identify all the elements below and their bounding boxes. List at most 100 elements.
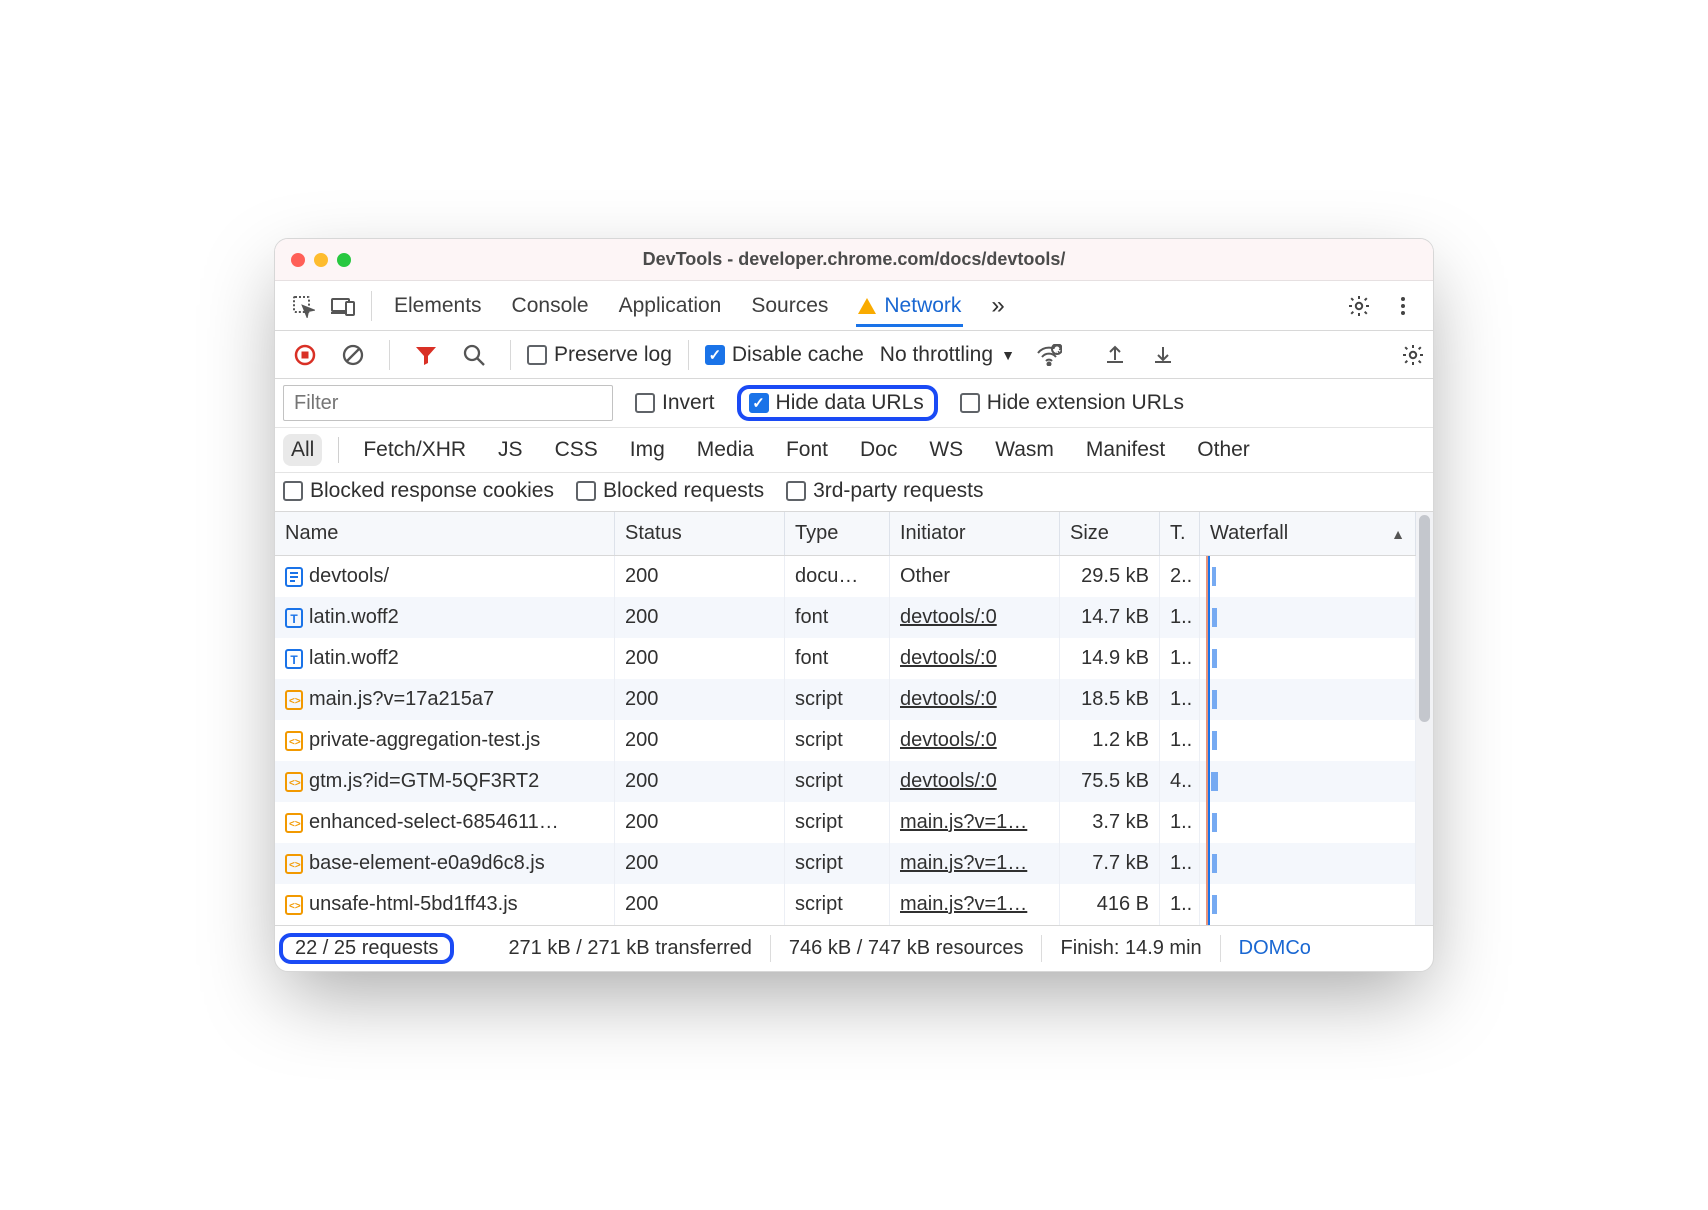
tab-sources[interactable]: Sources bbox=[749, 284, 830, 327]
additional-filters: Blocked response cookies Blocked request… bbox=[275, 473, 1433, 512]
table-row[interactable]: Tlatin.woff2200fontdevtools/:014.9 kB1.. bbox=[275, 638, 1416, 679]
col-name[interactable]: Name bbox=[275, 512, 615, 555]
more-options-icon[interactable] bbox=[1383, 286, 1423, 326]
hide-data-urls-checkbox[interactable] bbox=[749, 393, 769, 413]
disable-cache-toggle[interactable]: Disable cache bbox=[705, 343, 864, 367]
hide-data-urls-toggle[interactable]: Hide data URLs bbox=[749, 391, 924, 415]
chip-wasm[interactable]: Wasm bbox=[987, 434, 1062, 466]
request-status: 200 bbox=[615, 843, 785, 884]
table-header: Name Status Type Initiator Size T. Water… bbox=[275, 512, 1416, 556]
svg-text:T: T bbox=[290, 653, 298, 667]
hide-data-urls-highlight: Hide data URLs bbox=[737, 385, 938, 421]
table-row[interactable]: <>private-aggregation-test.js200scriptde… bbox=[275, 720, 1416, 761]
invert-label: Invert bbox=[662, 391, 715, 415]
col-type[interactable]: Type bbox=[785, 512, 890, 555]
blocked-cookies-toggle[interactable]: Blocked response cookies bbox=[283, 479, 554, 503]
request-waterfall bbox=[1200, 597, 1416, 638]
device-toolbar-icon[interactable] bbox=[323, 286, 363, 326]
requests-count: 22 / 25 requests bbox=[295, 937, 438, 959]
filter-icon[interactable] bbox=[406, 335, 446, 375]
chip-fetchxhr[interactable]: Fetch/XHR bbox=[355, 434, 474, 466]
request-name: unsafe-html-5bd1ff43.js bbox=[309, 893, 518, 916]
disable-cache-checkbox[interactable] bbox=[705, 345, 725, 365]
table-row[interactable]: <>gtm.js?id=GTM-5QF3RT2200scriptdevtools… bbox=[275, 761, 1416, 802]
request-initiator[interactable]: main.js?v=1… bbox=[890, 884, 1060, 925]
blocked-requests-checkbox[interactable] bbox=[576, 481, 596, 501]
table-row[interactable]: <>unsafe-html-5bd1ff43.js200scriptmain.j… bbox=[275, 884, 1416, 925]
invert-checkbox[interactable] bbox=[635, 393, 655, 413]
table-row[interactable]: Tlatin.woff2200fontdevtools/:014.7 kB1.. bbox=[275, 597, 1416, 638]
settings-icon[interactable] bbox=[1339, 286, 1379, 326]
hide-extension-urls-checkbox[interactable] bbox=[960, 393, 980, 413]
request-name: devtools/ bbox=[309, 565, 389, 588]
request-waterfall bbox=[1200, 679, 1416, 720]
col-initiator[interactable]: Initiator bbox=[890, 512, 1060, 555]
tab-console[interactable]: Console bbox=[510, 284, 591, 327]
third-party-checkbox[interactable] bbox=[786, 481, 806, 501]
preserve-log-toggle[interactable]: Preserve log bbox=[527, 343, 672, 367]
chip-manifest[interactable]: Manifest bbox=[1078, 434, 1173, 466]
tab-elements[interactable]: Elements bbox=[392, 284, 484, 327]
clear-icon[interactable] bbox=[333, 335, 373, 375]
close-icon[interactable] bbox=[291, 253, 305, 267]
blocked-requests-toggle[interactable]: Blocked requests bbox=[576, 479, 764, 503]
divider bbox=[688, 340, 689, 370]
hide-extension-urls-toggle[interactable]: Hide extension URLs bbox=[960, 391, 1184, 415]
zoom-icon[interactable] bbox=[337, 253, 351, 267]
preserve-log-checkbox[interactable] bbox=[527, 345, 547, 365]
blocked-cookies-checkbox[interactable] bbox=[283, 481, 303, 501]
throttling-select[interactable]: No throttling ▼ bbox=[872, 343, 1021, 367]
request-initiator[interactable]: main.js?v=1… bbox=[890, 843, 1060, 884]
scroll-thumb[interactable] bbox=[1419, 515, 1430, 722]
chip-css[interactable]: CSS bbox=[547, 434, 606, 466]
tab-network[interactable]: Network bbox=[856, 284, 963, 327]
export-har-icon[interactable] bbox=[1095, 335, 1135, 375]
invert-toggle[interactable]: Invert bbox=[635, 391, 715, 415]
minimize-icon[interactable] bbox=[314, 253, 328, 267]
chip-all[interactable]: All bbox=[283, 434, 322, 466]
record-icon[interactable] bbox=[285, 335, 325, 375]
col-time[interactable]: T. bbox=[1160, 512, 1200, 555]
network-conditions-icon[interactable] bbox=[1029, 335, 1069, 375]
resources-size: 746 kB / 747 kB resources bbox=[771, 935, 1043, 962]
request-initiator[interactable]: main.js?v=1… bbox=[890, 802, 1060, 843]
traffic-lights bbox=[275, 253, 351, 267]
import-har-icon[interactable] bbox=[1143, 335, 1183, 375]
resource-type-filter: All Fetch/XHR JS CSS Img Media Font Doc … bbox=[275, 428, 1433, 473]
table-row[interactable]: devtools/200docu…Other29.5 kB2.. bbox=[275, 556, 1416, 597]
chip-doc[interactable]: Doc bbox=[852, 434, 905, 466]
request-name: enhanced-select-6854611… bbox=[309, 811, 559, 834]
filter-input[interactable] bbox=[283, 385, 613, 421]
network-settings-icon[interactable] bbox=[1393, 335, 1433, 375]
scrollbar[interactable] bbox=[1416, 512, 1433, 925]
request-initiator[interactable]: devtools/:0 bbox=[890, 597, 1060, 638]
chip-font[interactable]: Font bbox=[778, 434, 836, 466]
search-icon[interactable] bbox=[454, 335, 494, 375]
chip-ws[interactable]: WS bbox=[921, 434, 971, 466]
request-type: font bbox=[785, 597, 890, 638]
hide-extension-urls-label: Hide extension URLs bbox=[987, 391, 1184, 415]
col-waterfall[interactable]: Waterfall▲ bbox=[1200, 512, 1416, 555]
chip-js[interactable]: JS bbox=[490, 434, 531, 466]
inspect-icon[interactable] bbox=[283, 286, 323, 326]
request-time: 1.. bbox=[1160, 720, 1200, 761]
domcontentloaded-link[interactable]: DOMCo bbox=[1221, 935, 1329, 962]
col-status[interactable]: Status bbox=[615, 512, 785, 555]
request-initiator[interactable]: devtools/:0 bbox=[890, 761, 1060, 802]
chip-other[interactable]: Other bbox=[1189, 434, 1258, 466]
chip-img[interactable]: Img bbox=[622, 434, 673, 466]
disable-cache-label: Disable cache bbox=[732, 343, 864, 367]
throttling-value: No throttling bbox=[880, 343, 993, 366]
more-tabs-icon[interactable]: » bbox=[989, 282, 1006, 329]
chip-media[interactable]: Media bbox=[689, 434, 762, 466]
table-row[interactable]: <>base-element-e0a9d6c8.js200scriptmain.… bbox=[275, 843, 1416, 884]
request-initiator[interactable]: devtools/:0 bbox=[890, 638, 1060, 679]
tab-application[interactable]: Application bbox=[617, 284, 724, 327]
request-initiator[interactable]: devtools/:0 bbox=[890, 720, 1060, 761]
table-row[interactable]: <>enhanced-select-6854611…200scriptmain.… bbox=[275, 802, 1416, 843]
file-type-icon: <> bbox=[285, 853, 303, 875]
request-initiator[interactable]: devtools/:0 bbox=[890, 679, 1060, 720]
col-size[interactable]: Size bbox=[1060, 512, 1160, 555]
table-row[interactable]: <>main.js?v=17a215a7200scriptdevtools/:0… bbox=[275, 679, 1416, 720]
third-party-toggle[interactable]: 3rd-party requests bbox=[786, 479, 983, 503]
